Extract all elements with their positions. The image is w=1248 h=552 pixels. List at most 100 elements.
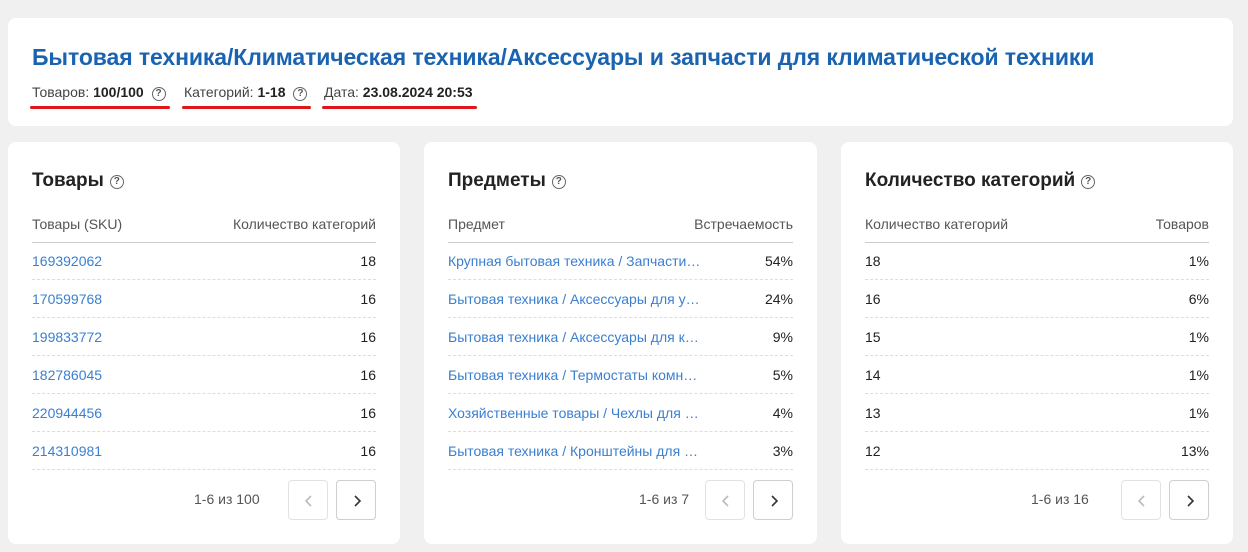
pagination: 1-6 из 7 [617, 480, 793, 520]
cell-value: 1% [1188, 329, 1209, 345]
cell-value: 12 [865, 443, 881, 459]
column-header-sku: Товары (SKU) [32, 216, 123, 232]
cell-value: 13% [1180, 443, 1209, 459]
meta-date: Дата: 23.08.2024 20:53 [322, 83, 477, 111]
table-row: Хозяйственные товары / Чехлы для ч… 4% [448, 394, 793, 432]
table-row: 170599768 16 [32, 280, 376, 318]
column-header-occurrence: Встречаемость [694, 216, 793, 232]
table-row: 214310981 16 [32, 432, 376, 470]
subject-link[interactable]: Хозяйственные товары / Чехлы для ч… [448, 405, 703, 421]
cell-value: 16 [360, 291, 376, 307]
cell-value: 16 [360, 329, 376, 345]
chevron-right-icon [771, 495, 779, 507]
cell-value: 1% [1188, 253, 1209, 269]
table-row: Бытовая техника / Кронштейны для к… 3% [448, 432, 793, 470]
meta-categories: Категорий: 1-18 ? [182, 83, 312, 111]
table-body: 169392062 18 170599768 16 199833772 16 1827… [32, 242, 376, 470]
help-circle-icon[interactable]: ? [1081, 175, 1096, 189]
cell-value: 15 [865, 329, 881, 345]
cell-value: 6% [1188, 291, 1209, 307]
next-page-button[interactable] [336, 480, 376, 520]
subject-link[interactable]: Крупная бытовая техника / Запчасти… [448, 253, 703, 269]
column-header-products: Товаров [1155, 216, 1209, 232]
cell-value: 16 [865, 291, 881, 307]
table-row: 13 1% [865, 394, 1209, 432]
sku-link[interactable]: 220944456 [32, 405, 102, 421]
cell-value: 9% [772, 329, 793, 345]
cell-value: 5% [772, 367, 793, 383]
table-row: 182786045 16 [32, 356, 376, 394]
meta-label: Категорий: [184, 84, 254, 100]
pagination-label: 1-6 из 16 [1031, 491, 1089, 507]
sku-link[interactable]: 214310981 [32, 443, 102, 459]
sku-link[interactable]: 169392062 [32, 253, 102, 269]
table-header: Количество категорий Товаров [865, 212, 1209, 243]
meta-label: Дата: [324, 84, 359, 100]
meta-value: 100/100 [93, 84, 144, 100]
column-header-categories: Количество категорий [232, 216, 376, 232]
sku-link[interactable]: 199833772 [32, 329, 102, 345]
panel-title-text: Предметы [448, 170, 546, 191]
help-circle-icon[interactable]: ? [293, 87, 308, 101]
table-row: 199833772 16 [32, 318, 376, 356]
prev-page-button[interactable] [705, 480, 745, 520]
help-circle-icon[interactable]: ? [151, 87, 166, 101]
table-row: 18 1% [865, 242, 1209, 280]
cell-value: 14 [865, 367, 881, 383]
cell-value: 1% [1188, 405, 1209, 421]
table-row: Бытовая техника / Аксессуары для у… 24% [448, 280, 793, 318]
column-header-category-count: Количество категорий [865, 216, 1009, 232]
cell-value: 18 [865, 253, 881, 269]
page-title: Бытовая техника/Климатическая техника/Ак… [32, 44, 1095, 70]
table-row: 14 1% [865, 356, 1209, 394]
chevron-right-icon [1187, 495, 1195, 507]
pagination-label: 1-6 из 100 [194, 491, 260, 507]
next-page-button[interactable] [1169, 480, 1209, 520]
cell-value: 13 [865, 405, 881, 421]
panel-subjects: Предметы? Предмет Встречаемость Крупная … [424, 142, 817, 544]
meta-value: 23.08.2024 20:53 [362, 84, 473, 100]
table-row: Крупная бытовая техника / Запчасти… 54% [448, 242, 793, 280]
pagination-label: 1-6 из 7 [639, 491, 690, 507]
table-header: Предмет Встречаемость [448, 212, 793, 243]
chevron-right-icon [354, 495, 362, 507]
table-body: 18 1% 16 6% 15 1% 14 1% 13 1% 12 13% [865, 242, 1209, 470]
panel-title: Количество категорий? [865, 170, 1096, 192]
panel-products: Товары? Товары (SKU) Количество категори… [8, 142, 400, 544]
header-card: Бытовая техника/Климатическая техника/Ак… [8, 18, 1233, 126]
subject-link[interactable]: Бытовая техника / Аксессуары для у… [448, 291, 703, 307]
table-header: Товары (SKU) Количество категорий [32, 212, 376, 243]
subject-link[interactable]: Бытовая техника / Термостаты комна… [448, 367, 703, 383]
cell-value: 16 [360, 367, 376, 383]
panel-title-text: Товары [32, 170, 104, 191]
prev-page-button[interactable] [1121, 480, 1161, 520]
table-row: Бытовая техника / Термостаты комна… 5% [448, 356, 793, 394]
pagination: 1-6 из 100 [194, 480, 376, 520]
panel-category-count: Количество категорий? Количество категор… [841, 142, 1233, 544]
cell-value: 4% [772, 405, 793, 421]
help-circle-icon[interactable]: ? [109, 175, 124, 189]
chevron-left-icon [721, 495, 729, 507]
prev-page-button[interactable] [288, 480, 328, 520]
meta-value: 1-18 [257, 84, 286, 100]
help-circle-icon[interactable]: ? [551, 175, 566, 189]
next-page-button[interactable] [753, 480, 793, 520]
cell-value: 24% [764, 291, 793, 307]
table-row: 220944456 16 [32, 394, 376, 432]
pagination: 1-6 из 16 [1031, 480, 1209, 520]
panel-title-text: Количество категорий [865, 170, 1076, 191]
table-row: 169392062 18 [32, 242, 376, 280]
cell-value: 16 [360, 405, 376, 421]
subject-link[interactable]: Бытовая техника / Кронштейны для к… [448, 443, 703, 459]
red-underline [30, 106, 170, 109]
column-header-subject: Предмет [448, 216, 505, 232]
cell-value: 16 [360, 443, 376, 459]
table-row: Бытовая техника / Аксессуары для ко… 9% [448, 318, 793, 356]
subject-link[interactable]: Бытовая техника / Аксессуары для ко… [448, 329, 703, 345]
red-underline [182, 106, 312, 109]
table-body: Крупная бытовая техника / Запчасти… 54% Б… [448, 242, 793, 470]
cell-value: 54% [764, 253, 793, 269]
sku-link[interactable]: 170599768 [32, 291, 102, 307]
table-row: 12 13% [865, 432, 1209, 470]
sku-link[interactable]: 182786045 [32, 367, 102, 383]
